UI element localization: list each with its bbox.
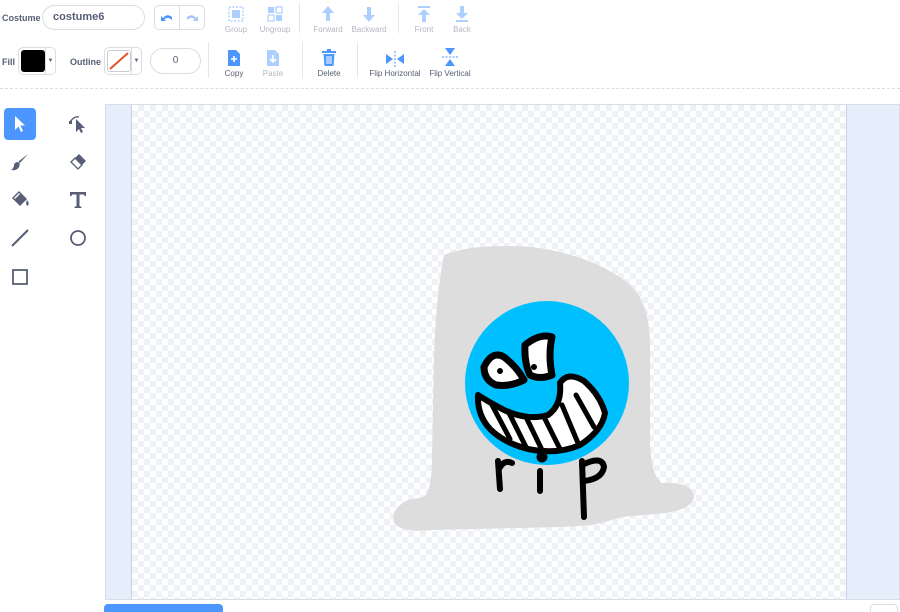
line-icon [11, 229, 29, 247]
costume-canvas[interactable] [131, 105, 847, 599]
caret-down-icon: ▼ [131, 48, 141, 74]
outline-swatch [107, 50, 131, 72]
eraser-icon [70, 154, 86, 170]
paint-bucket-icon [12, 191, 29, 206]
undo-redo-group [154, 5, 206, 30]
zoom-controls[interactable] [870, 604, 898, 612]
flip-vertical-label: Flip Vertical [429, 69, 471, 78]
flip-vertical-button[interactable]: Flip Vertical [424, 47, 476, 78]
rectangle-tool[interactable] [4, 261, 36, 293]
flip-horizontal-button[interactable]: Flip Horizontal [364, 47, 426, 78]
ungroup-label: Ungroup [259, 25, 291, 34]
outline-color-picker[interactable]: ▼ [104, 47, 142, 75]
divider [357, 42, 358, 78]
left-pupil [497, 368, 503, 374]
backward-label: Backward [351, 25, 387, 34]
undo-icon [161, 14, 172, 21]
brush-icon [11, 154, 28, 171]
flip-horizontal-label: Flip Horizontal [369, 69, 421, 78]
trash-icon [322, 49, 336, 66]
arrow-pointer-icon [15, 116, 25, 132]
group-icon [228, 6, 244, 22]
redo-button[interactable] [179, 5, 205, 30]
copy-icon [228, 50, 240, 66]
paste-icon [267, 50, 279, 66]
back-button[interactable]: Back [436, 3, 488, 34]
fill-tool[interactable] [4, 184, 36, 216]
right-pupil [531, 364, 537, 370]
fill-label: Fill [2, 57, 15, 67]
reshape-tool[interactable] [62, 108, 94, 140]
costume-drawing[interactable] [132, 105, 848, 599]
costume-label: Costume [2, 13, 41, 23]
undo-button[interactable] [154, 5, 180, 30]
reshape-icon [69, 116, 85, 133]
fill-color-picker[interactable]: ▼ [18, 47, 56, 75]
flip-horizontal-icon [386, 51, 404, 67]
rectangle-icon [12, 269, 28, 285]
fill-swatch [21, 50, 45, 72]
back-label: Back [453, 25, 471, 34]
costume-name-input[interactable]: costume6 [42, 5, 145, 30]
ungroup-button[interactable]: Ungroup [249, 3, 301, 34]
text-icon [70, 192, 86, 208]
outline-width-input[interactable]: 0 [150, 48, 201, 74]
no-color-icon [109, 52, 129, 70]
divider [299, 3, 300, 33]
line-tool[interactable] [4, 222, 36, 254]
outline-label: Outline [70, 57, 101, 67]
text-tool[interactable] [62, 184, 94, 216]
select-tool[interactable] [4, 108, 36, 140]
eraser-tool[interactable] [62, 146, 94, 178]
redo-icon [187, 14, 198, 21]
flip-vertical-icon [442, 48, 458, 66]
circle-tool[interactable] [62, 222, 94, 254]
front-icon [418, 6, 430, 22]
back-icon [456, 6, 468, 22]
ungroup-icon [267, 6, 283, 22]
backward-button[interactable]: Backward [343, 3, 395, 34]
circle-icon [70, 230, 86, 246]
delete-label: Delete [317, 69, 341, 78]
right-eye[interactable] [521, 332, 556, 381]
toolbar-divider [0, 88, 900, 89]
caret-down-icon: ▼ [45, 48, 55, 74]
paste-button[interactable]: Paste [247, 47, 299, 78]
forward-icon [322, 6, 334, 21]
delete-button[interactable]: Delete [303, 47, 355, 78]
paste-label: Paste [262, 69, 284, 78]
paint-canvas-area[interactable] [105, 104, 900, 600]
convert-to-bitmap-button[interactable] [104, 604, 223, 612]
backward-icon [363, 7, 375, 22]
brush-tool[interactable] [4, 146, 36, 178]
